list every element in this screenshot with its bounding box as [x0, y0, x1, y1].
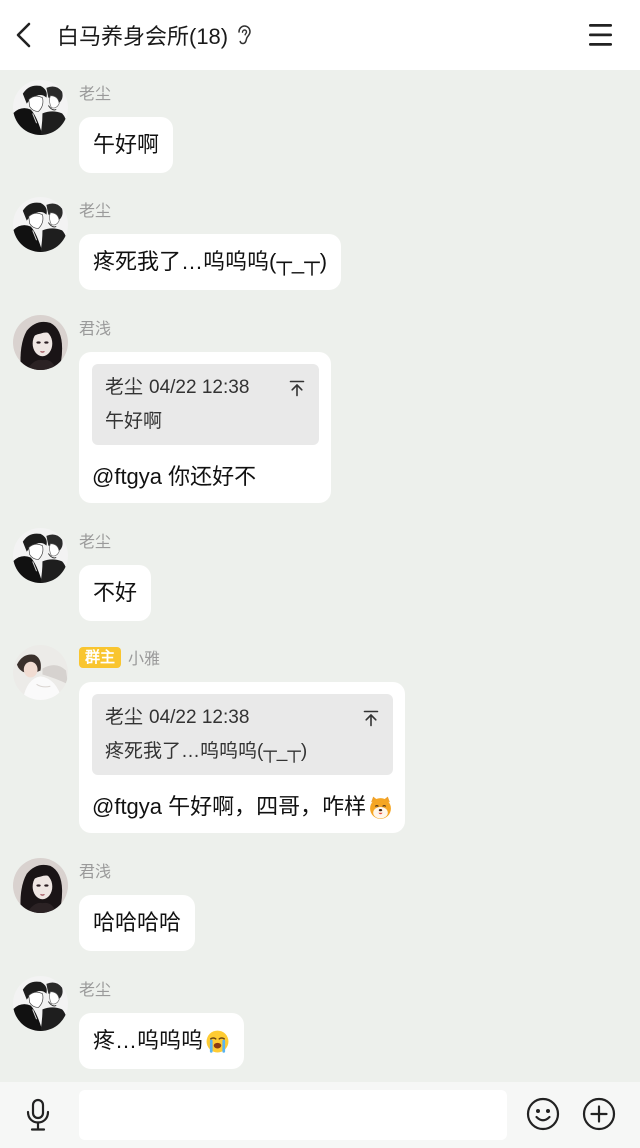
group-title: 白马养身会所(18) [57, 24, 229, 49]
quote-header: 老尘 04/22 12:38 [105, 375, 306, 401]
message-line: 疼…呜呜呜 [93, 1027, 230, 1055]
chat-header: 白马养身会所(18) [0, 0, 640, 70]
sender-name: 君浅 [79, 321, 112, 338]
back-arrow-icon[interactable] [12, 21, 38, 49]
message-bubble[interactable]: 不好 [79, 565, 152, 621]
quoted-message[interactable]: 老尘 04/22 12:38 疼死我了…呜呜呜(┬_┬) [92, 694, 394, 775]
message-content: 君浅 哈哈哈哈 [79, 858, 196, 951]
message-content: 老尘 疼死我了…呜呜呜(┬_┬) [79, 197, 342, 290]
jump-to-original-icon[interactable] [288, 379, 306, 397]
ear-icon [238, 25, 251, 45]
sender-avatar[interactable] [13, 80, 68, 135]
message-bubble[interactable]: 老尘 04/22 12:38 午好啊 @ftgya 你还好不 [79, 352, 331, 503]
message-input[interactable] [79, 1090, 507, 1140]
reply-line: @ftgya 午好啊，四哥，咋样 [92, 793, 393, 821]
junqian-avatar-image [13, 315, 68, 370]
message-text: 疼死我了…呜呜呜(┬_┬) [93, 249, 328, 274]
message-row: 君浅 哈哈哈哈 [13, 858, 196, 951]
message-bubble[interactable]: 疼死我了…呜呜呜(┬_┬) [79, 234, 342, 290]
message-input-bar [0, 1082, 640, 1148]
quote-text: 午好啊 [105, 411, 163, 432]
message-text: @ftgya 你还好不 [92, 464, 257, 489]
message-text: @ftgya 午好啊，四哥，咋样 [92, 794, 367, 819]
plus-circle-icon[interactable] [582, 1097, 616, 1131]
message-bubble[interactable]: 疼…呜呜呜 [79, 1013, 245, 1069]
hamburger-menu-icon[interactable] [587, 22, 615, 48]
message-text: 哈哈哈哈 [93, 910, 182, 935]
sender-avatar[interactable] [13, 197, 68, 252]
laochen-avatar-image [13, 528, 68, 583]
quote-header: 老尘 04/22 12:38 [105, 705, 380, 731]
reply-line: @ftgya 你还好不 [92, 463, 319, 491]
sender-name: 老尘 [79, 203, 112, 220]
sender-avatar[interactable] [13, 976, 68, 1031]
message-content: 老尘 午好啊 [79, 80, 174, 173]
sender-name-row: 群主 小雅 [79, 645, 160, 669]
message-text: 不好 [93, 580, 138, 605]
smiley-icon[interactable] [526, 1097, 560, 1131]
laochen-avatar-image [13, 80, 68, 135]
sender-name-row: 君浅 [79, 858, 111, 882]
message-row: 君浅 老尘 04/22 12:38 午好啊 @ftgya 你还好不 [13, 315, 331, 503]
sender-name: 老尘 [79, 534, 112, 551]
message-bubble[interactable]: 老尘 04/22 12:38 疼死我了…呜呜呜(┬_┬) @ftgya 午好啊，… [79, 682, 406, 833]
message-content: 老尘 疼…呜呜呜 [79, 976, 245, 1069]
message-row: 老尘 午好啊 [13, 80, 174, 173]
sender-name: 老尘 [79, 982, 112, 999]
message-row: 群主 小雅 老尘 04/22 12:38 疼死我了…呜呜呜(┬_┬) @ftgy… [13, 645, 406, 833]
chat-title-area[interactable]: 白马养身会所(18) [57, 0, 252, 70]
sender-name-row: 老尘 [79, 976, 111, 1000]
quote-time: 04/22 12:38 [149, 377, 250, 398]
xiaoya-avatar-image [13, 645, 68, 700]
quote-author: 老尘 [105, 707, 144, 728]
quote-meta: 老尘 04/22 12:38 [105, 704, 249, 732]
sender-name: 小雅 [128, 651, 161, 668]
laochen-avatar-image [13, 197, 68, 252]
quoted-message[interactable]: 老尘 04/22 12:38 午好啊 [92, 364, 319, 445]
sender-name: 老尘 [79, 86, 112, 103]
message-content: 老尘 不好 [79, 528, 152, 621]
sender-name-row: 老尘 [79, 80, 111, 104]
message-content: 群主 小雅 老尘 04/22 12:38 疼死我了…呜呜呜(┬_┬) @ftgy… [79, 645, 406, 833]
sender-avatar[interactable] [13, 858, 68, 913]
message-text: 午好啊 [93, 132, 160, 157]
quote-time: 04/22 12:38 [149, 707, 250, 728]
sender-name-row: 老尘 [79, 197, 111, 221]
quote-text: 疼死我了…呜呜呜(┬_┬) [105, 741, 308, 762]
message-row: 老尘 不好 [13, 528, 152, 621]
sender-name: 君浅 [79, 864, 112, 881]
laochen-avatar-image [13, 976, 68, 1031]
shiba-dog-emoji [368, 795, 393, 820]
quote-meta: 老尘 04/22 12:38 [105, 374, 249, 402]
sender-avatar[interactable] [13, 645, 68, 700]
message-bubble[interactable]: 午好啊 [79, 117, 174, 173]
quote-author: 老尘 [105, 377, 144, 398]
message-row: 老尘 疼…呜呜呜 [13, 976, 245, 1069]
sender-avatar[interactable] [13, 528, 68, 583]
jump-to-original-icon[interactable] [362, 709, 380, 727]
sender-name-row: 老尘 [79, 528, 111, 552]
junqian-avatar-image [13, 858, 68, 913]
loudly-crying-emoji [205, 1029, 230, 1054]
microphone-icon[interactable] [24, 1098, 52, 1132]
group-owner-badge: 群主 [79, 646, 122, 668]
message-row: 老尘 疼死我了…呜呜呜(┬_┬) [13, 197, 342, 290]
sender-avatar[interactable] [13, 315, 68, 370]
message-text: 疼…呜呜呜 [93, 1028, 204, 1053]
message-bubble[interactable]: 哈哈哈哈 [79, 895, 196, 951]
message-content: 君浅 老尘 04/22 12:38 午好啊 @ftgya 你还好不 [79, 315, 331, 503]
sender-name-row: 君浅 [79, 315, 111, 339]
